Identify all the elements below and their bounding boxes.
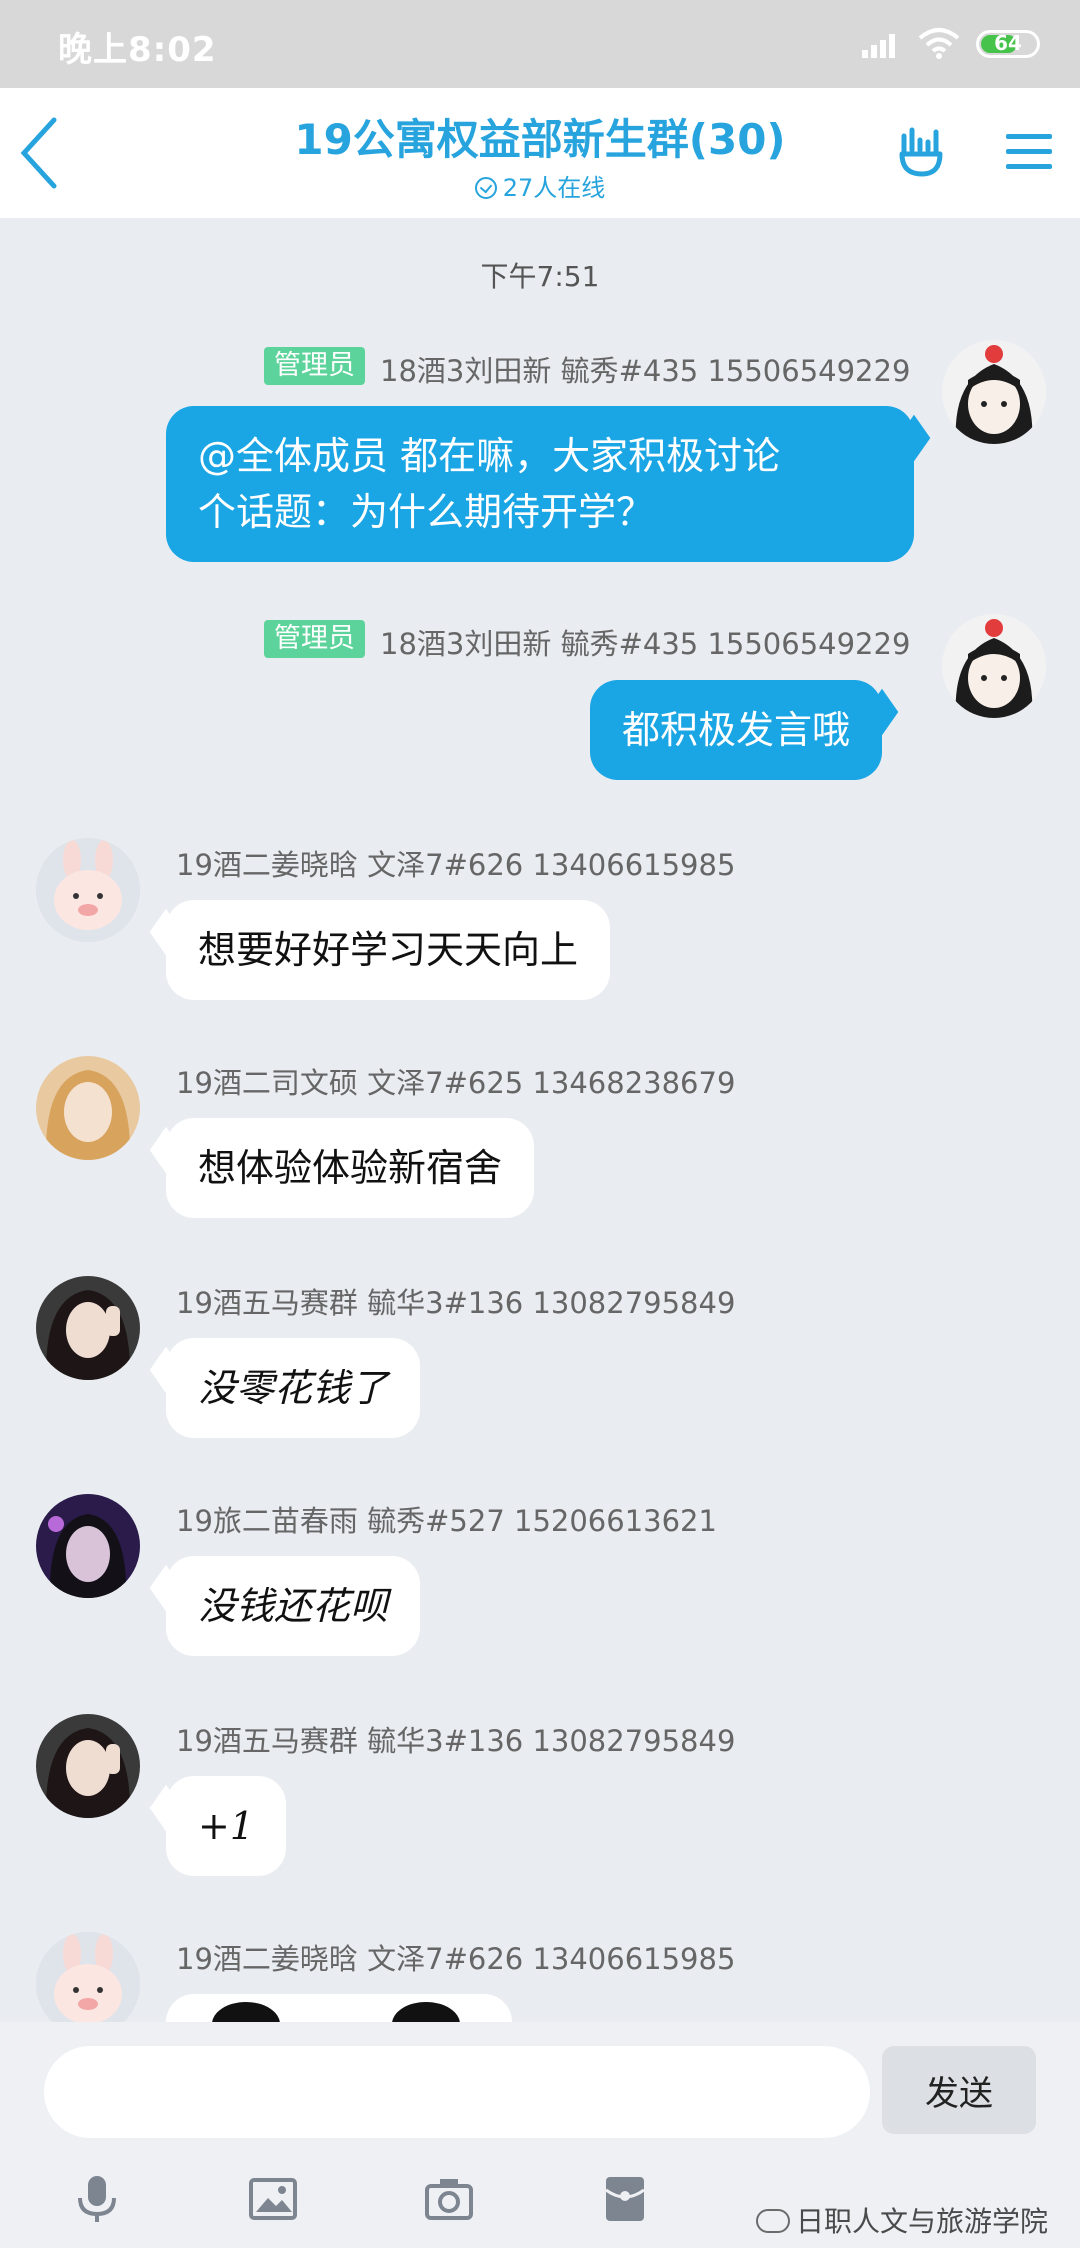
microphone-icon[interactable] — [72, 2174, 122, 2224]
avatar[interactable] — [942, 614, 1046, 718]
menu-icon[interactable] — [1004, 130, 1054, 174]
avatar-bunny-icon — [36, 838, 140, 942]
message-bubble[interactable]: 想体验体验新宿舍 — [166, 1118, 535, 1218]
admin-badge: 管理员 — [264, 620, 365, 658]
avatar-photo-icon — [36, 1494, 140, 1598]
avatar-anime-girl-icon — [942, 614, 1046, 718]
watermark: 日职人文与旅游学院 — [756, 2200, 1048, 2240]
message-text-line: +1 — [198, 1804, 255, 1848]
signal-icon — [862, 34, 895, 58]
message-text-line: 没零花钱了 — [198, 1366, 389, 1410]
online-text: 27人在线 — [502, 174, 606, 202]
message-bubble[interactable]: 想要好好学习天天向上 — [166, 900, 611, 1000]
avatar[interactable] — [36, 1932, 140, 2036]
avatar-photo-icon — [36, 1714, 140, 1818]
avatar-photo-icon — [36, 1056, 140, 1160]
sender-name: 18酒3刘田新 毓秀#435 15506549229 — [380, 354, 911, 388]
message-bubble[interactable]: 都积极发言哦 — [590, 680, 883, 780]
sender-name: 19旅二苗春雨 毓秀#527 15206613621 — [176, 1504, 717, 1538]
message-text-line: 个话题：为什么期待开学？ — [198, 490, 655, 534]
sender-name: 19酒二姜晓晗 文泽7#626 13406615985 — [176, 1942, 736, 1976]
image-icon[interactable] — [248, 2174, 298, 2224]
time-separator: 下午7:51 — [480, 260, 600, 293]
battery-level: 64 — [994, 31, 1022, 55]
avatar[interactable] — [36, 1276, 140, 1380]
sender-name: 19酒五马赛群 毓华3#136 13082795849 — [176, 1286, 736, 1320]
avatar[interactable] — [942, 340, 1046, 444]
admin-badge: 管理员 — [264, 347, 365, 385]
avatar[interactable] — [36, 1056, 140, 1160]
chat-header: 19公寓权益部新生群(30) 27人在线 — [0, 88, 1080, 218]
message-text-line: 都积极发言哦 — [622, 708, 851, 752]
sender-name: 19酒五马赛群 毓华3#136 13082795849 — [176, 1724, 736, 1758]
send-button[interactable]: 发送 — [882, 2046, 1036, 2134]
avatar-anime-girl-icon — [942, 340, 1046, 444]
message-text-line: 想要好好学习天天向上 — [198, 928, 579, 972]
camera-icon[interactable] — [424, 2174, 474, 2224]
message-bubble[interactable]: @全体成员 都在嘛，大家积极讨论 个话题：为什么期待开学？ — [166, 406, 914, 562]
battery-icon: 64 — [976, 30, 1040, 58]
sender-name: 18酒3刘田新 毓秀#435 15506549229 — [380, 627, 911, 661]
avatar[interactable] — [36, 838, 140, 942]
status-time: 晚上8:02 — [58, 30, 217, 70]
watermark-text: 日职人文与旅游学院 — [796, 2205, 1049, 2238]
hand-gesture-icon[interactable] — [894, 124, 950, 180]
input-bar: 发送 日职人文与旅游学院 — [0, 2022, 1080, 2248]
online-check-icon — [474, 177, 497, 199]
message-input[interactable] — [44, 2046, 870, 2138]
wifi-icon — [918, 28, 960, 59]
message-text-line: 想体验体验新宿舍 — [198, 1146, 503, 1190]
panda-sticker-icon — [212, 2002, 460, 2022]
sender-name: 19酒二姜晓晗 文泽7#626 13406615985 — [176, 848, 736, 882]
avatar[interactable] — [36, 1714, 140, 1818]
message-bubble[interactable]: 没零花钱了 — [166, 1338, 421, 1438]
avatar-bunny-icon — [36, 1932, 140, 2036]
message-text-line: 没钱还花呗 — [198, 1584, 389, 1628]
wechat-icon — [756, 2209, 790, 2233]
message-bubble[interactable]: +1 — [166, 1776, 287, 1876]
avatar[interactable] — [36, 1494, 140, 1598]
avatar-photo-icon — [36, 1276, 140, 1380]
red-packet-icon[interactable] — [600, 2174, 650, 2224]
sticker-message[interactable] — [166, 1994, 512, 2022]
message-bubble[interactable]: 没钱还花呗 — [166, 1556, 421, 1656]
chat-screen: 晚上8:02 64 19公寓权益部新生群(30) 27人在线 下午7:51 管理… — [0, 0, 1080, 2248]
message-text-line: @全体成员 都在嘛，大家积极讨论 — [198, 434, 781, 478]
sender-name: 19酒二司文硕 文泽7#625 13468238679 — [176, 1066, 736, 1100]
status-bar: 晚上8:02 64 — [0, 0, 1080, 88]
